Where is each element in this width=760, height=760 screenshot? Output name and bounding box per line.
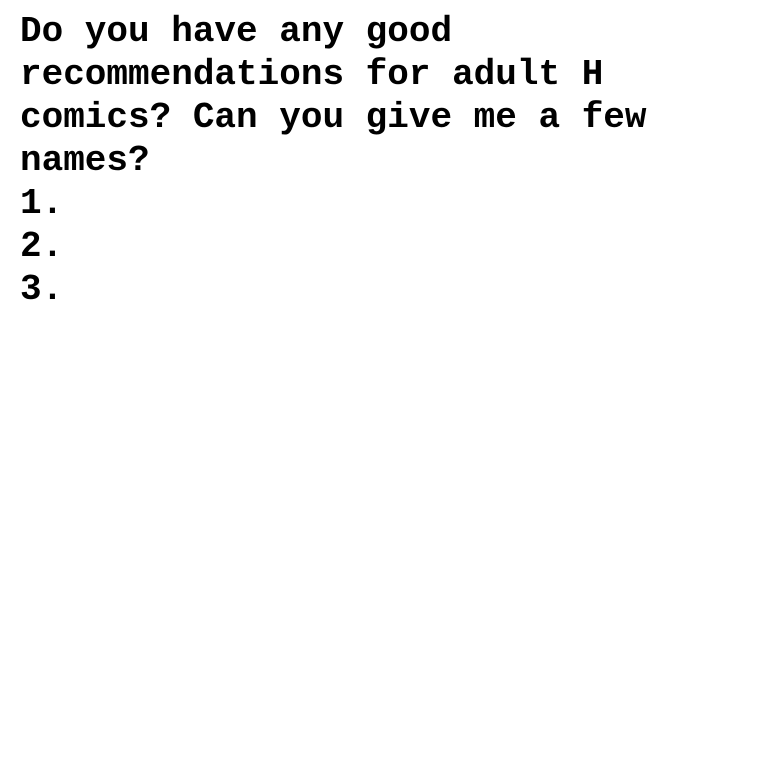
list-item: 1. [20,182,740,225]
list-item: 2. [20,225,740,268]
prompt-text: Do you have any good recommendations for… [20,11,669,181]
numbered-list: 1. 2. 3. [20,182,740,311]
document-body: Do you have any good recommendations for… [20,10,740,311]
list-item: 3. [20,268,740,311]
list-marker: 3. [20,269,64,310]
list-marker: 1. [20,183,64,224]
list-marker: 2. [20,226,64,267]
